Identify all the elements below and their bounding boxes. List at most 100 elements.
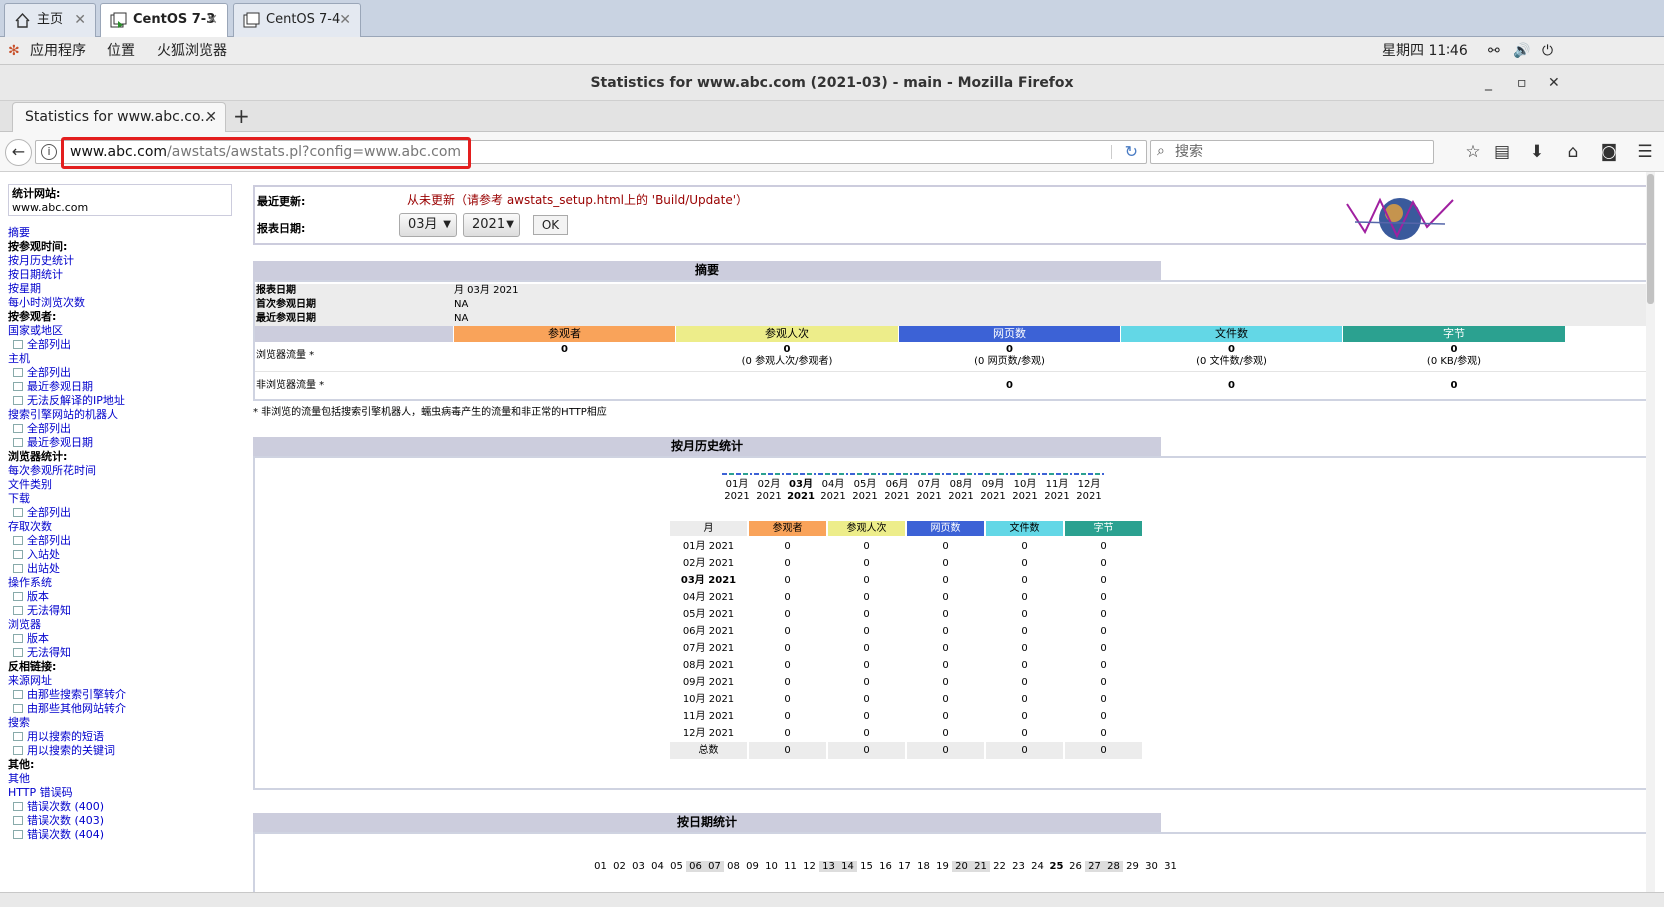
day-number: 03 bbox=[632, 861, 645, 872]
sidebar-link[interactable]: 全部列出 bbox=[8, 338, 244, 352]
network-icon[interactable]: ⚯ bbox=[1488, 37, 1500, 65]
day-number: 27 bbox=[1085, 861, 1104, 872]
day-number: 01 bbox=[594, 861, 607, 872]
sidebar-link[interactable]: 文件类别 bbox=[8, 478, 244, 492]
sidebar-link[interactable]: 按月历史统计 bbox=[8, 254, 244, 268]
sidebar-link[interactable]: 错误次数 (403) bbox=[8, 814, 244, 828]
sidebar-label: 每次参观所花时间 bbox=[8, 464, 96, 477]
monthly-cell: 0 bbox=[784, 660, 791, 671]
sidebar-link[interactable]: 出站处 bbox=[8, 562, 244, 576]
sidebar-link[interactable]: HTTP 错误码 bbox=[8, 786, 244, 800]
sidebar-link[interactable]: 错误次数 (400) bbox=[8, 800, 244, 814]
monthly-section: 01月 2021 02月 2021 03月 2021 04月 2021 05月 2021 06月 20… bbox=[253, 456, 1648, 790]
sidebar-heading: 浏览器统计: bbox=[8, 450, 244, 464]
sidebar-link[interactable]: 最近参观日期 bbox=[8, 380, 244, 394]
power-icon[interactable]: ⏻ bbox=[1542, 37, 1553, 65]
monthly-row: 04月 2021 0 0 0 0 0 bbox=[670, 589, 1146, 606]
summary-header: 摘要 bbox=[253, 261, 1161, 280]
gnome-foot-icon: ✻ bbox=[8, 43, 20, 59]
sidebar-label: 摘要 bbox=[8, 226, 30, 239]
sidebar-link[interactable]: 由那些搜索引擎转介 bbox=[8, 688, 244, 702]
bookmark-star-icon[interactable]: ☆ bbox=[1460, 140, 1486, 164]
sidebar-link[interactable]: 入站处 bbox=[8, 548, 244, 562]
reload-icon[interactable]: ↻ bbox=[1125, 141, 1138, 163]
sidebar-link[interactable]: 全部列出 bbox=[8, 534, 244, 548]
sidebar-link[interactable]: 摘要 bbox=[8, 226, 244, 240]
places-menu[interactable]: 位置 bbox=[107, 37, 135, 65]
sidebar-link[interactable]: 下载 bbox=[8, 492, 244, 506]
sidebar-link[interactable]: 无法反解译的IP地址 bbox=[8, 394, 244, 408]
sidebar-link[interactable]: 用以搜索的短语 bbox=[8, 730, 244, 744]
year-select[interactable]: 2021 bbox=[463, 213, 520, 237]
sidebar-label: 搜索 bbox=[8, 716, 30, 729]
sidebar-link[interactable]: 由那些其他网站转介 bbox=[8, 702, 244, 716]
firefox-menu[interactable]: 火狐浏览器 bbox=[157, 37, 227, 65]
sidebar-link[interactable]: 其他 bbox=[8, 772, 244, 786]
sidebar-link[interactable]: 版本 bbox=[8, 590, 244, 604]
col-visits: 参观人次 bbox=[676, 326, 898, 342]
month-column: 04月 2021 bbox=[818, 473, 848, 503]
search-input[interactable]: ⌕ 搜索 bbox=[1150, 140, 1434, 164]
sidebar-link[interactable]: 全部列出 bbox=[8, 506, 244, 520]
sidebar-link[interactable]: 每小时浏览次数 bbox=[8, 296, 244, 310]
monthly-cell: 0 bbox=[1021, 626, 1028, 637]
summary-row: 首次参观日期 NA bbox=[255, 298, 1646, 312]
sidebar-link[interactable]: 来源网址 bbox=[8, 674, 244, 688]
sidebar-link[interactable]: 全部列出 bbox=[8, 422, 244, 436]
day-number: 05 bbox=[670, 861, 683, 872]
month-select[interactable]: 03月 bbox=[399, 213, 457, 237]
monthly-col-header: 文件数 bbox=[986, 521, 1063, 536]
close-tab-icon[interactable]: ✕ bbox=[205, 103, 217, 131]
minimize-icon[interactable]: _ bbox=[1485, 65, 1492, 101]
close-icon[interactable]: ✕ bbox=[74, 4, 86, 36]
month-column: 12月 2021 bbox=[1074, 473, 1104, 503]
sidebar-link[interactable]: 操作系统 bbox=[8, 576, 244, 590]
sidebar-link[interactable]: 错误次数 (404) bbox=[8, 828, 244, 842]
new-tab-icon[interactable]: + bbox=[233, 102, 250, 130]
home-page-icon[interactable]: ⌂ bbox=[1560, 140, 1586, 164]
vertical-scrollbar[interactable] bbox=[1646, 172, 1655, 892]
maximize-icon[interactable]: ▫ bbox=[1517, 65, 1527, 101]
ok-button[interactable]: OK bbox=[533, 215, 568, 235]
vm-tab-home[interactable]: 主页 ✕ bbox=[4, 3, 96, 37]
sidebar-label: 搜索引擎网站的机器人 bbox=[8, 408, 118, 421]
clock[interactable]: 星期四 11∶46 bbox=[1382, 37, 1468, 65]
volume-icon[interactable]: 🔊 bbox=[1513, 37, 1530, 65]
pocket-icon[interactable]: ◙ bbox=[1596, 140, 1622, 164]
url-bar[interactable]: i www.abc.com/awstats/awstats.pl?config=… bbox=[35, 137, 1147, 169]
close-icon[interactable]: ✕ bbox=[339, 4, 351, 36]
sidebar-link[interactable]: 无法得知 bbox=[8, 604, 244, 618]
sidebar-link[interactable]: 全部列出 bbox=[8, 366, 244, 380]
close-icon[interactable]: ✕ bbox=[206, 4, 218, 36]
browser-tab[interactable]: Statistics for www.abc.co... ✕ bbox=[12, 102, 226, 133]
monthly-col-header: 月 bbox=[670, 521, 747, 536]
sidebar-link[interactable]: 搜索 bbox=[8, 716, 244, 730]
back-icon[interactable]: ← bbox=[5, 139, 32, 166]
vm-tab-centos73[interactable]: CentOS 7-3 ✕ bbox=[100, 3, 228, 37]
sidebar-link[interactable]: 无法得知 bbox=[8, 646, 244, 660]
sidebar-link[interactable]: 主机 bbox=[8, 352, 244, 366]
day-number: 18 bbox=[917, 861, 930, 872]
close-window-icon[interactable]: ✕ bbox=[1548, 65, 1560, 101]
download-icon[interactable]: ⬇ bbox=[1524, 140, 1550, 164]
applications-menu[interactable]: 应用程序 bbox=[30, 37, 86, 65]
vm-tab-centos74[interactable]: CentOS 7-4 ✕ bbox=[233, 3, 361, 37]
reading-list-icon[interactable]: ▤ bbox=[1489, 140, 1515, 164]
sidebar-link[interactable]: 国家或地区 bbox=[8, 324, 244, 338]
sidebar-link[interactable]: 按星期 bbox=[8, 282, 244, 296]
url-highlight-box bbox=[61, 137, 471, 169]
scrollbar-thumb[interactable] bbox=[1647, 174, 1654, 304]
sidebar-link[interactable]: 最近参观日期 bbox=[8, 436, 244, 450]
menu-icon[interactable]: ☰ bbox=[1632, 140, 1658, 164]
last-update-label: 最近更新: bbox=[257, 195, 306, 208]
sidebar-link[interactable]: 搜索引擎网站的机器人 bbox=[8, 408, 244, 422]
sidebar-label: 存取次数 bbox=[8, 520, 52, 533]
monthly-cell: 0 bbox=[1100, 609, 1107, 620]
sidebar-link[interactable]: 用以搜索的关键词 bbox=[8, 744, 244, 758]
info-icon[interactable]: i bbox=[41, 144, 57, 160]
sidebar-link[interactable]: 按日期统计 bbox=[8, 268, 244, 282]
sidebar-link[interactable]: 版本 bbox=[8, 632, 244, 646]
sidebar-link[interactable]: 浏览器 bbox=[8, 618, 244, 632]
sidebar-link[interactable]: 存取次数 bbox=[8, 520, 244, 534]
sidebar-link[interactable]: 每次参观所花时间 bbox=[8, 464, 244, 478]
